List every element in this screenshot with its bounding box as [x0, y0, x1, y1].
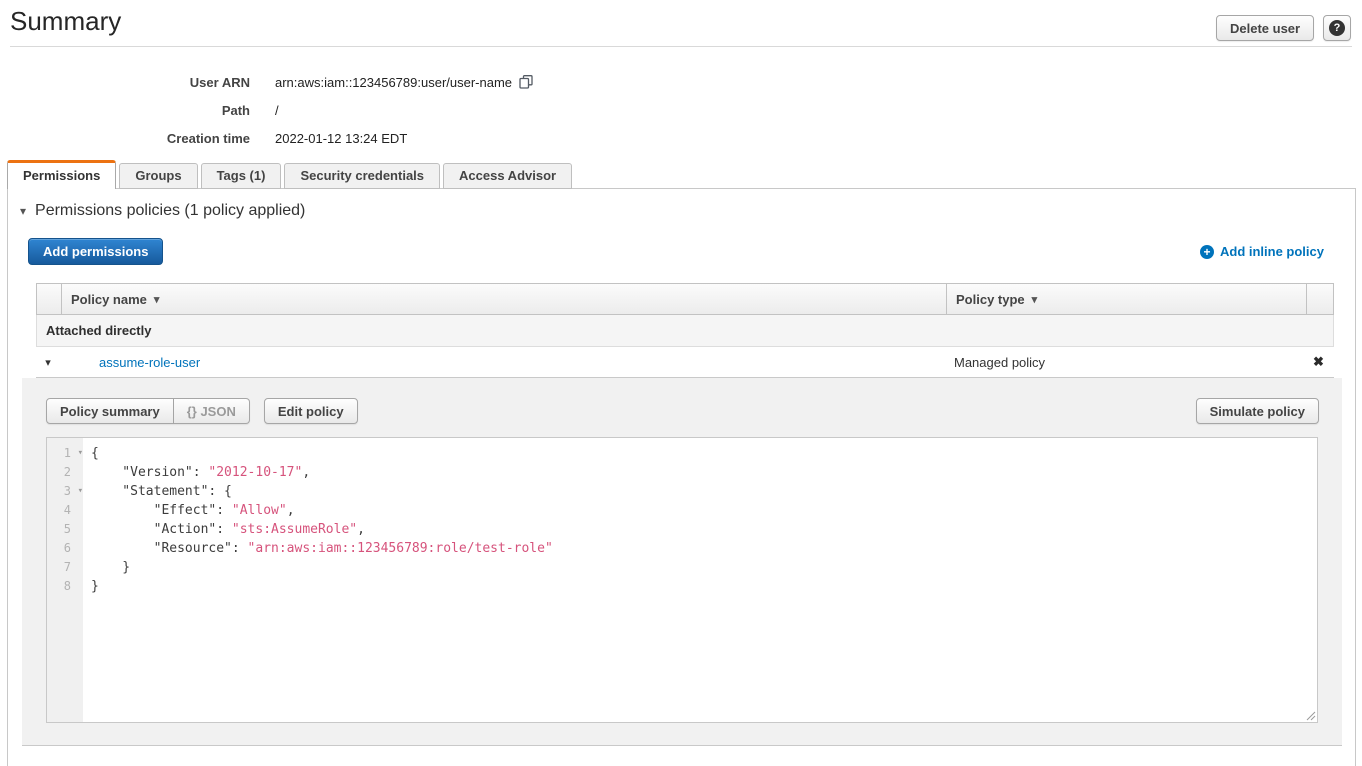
tab-tags[interactable]: Tags (1) [201, 163, 282, 189]
sort-caret-icon: ▾ [154, 293, 160, 306]
section-collapse-caret-icon: ▾ [20, 204, 26, 218]
detach-policy-icon[interactable]: ✖ [1305, 354, 1332, 370]
copy-arn-icon[interactable] [519, 75, 533, 89]
json-view-button[interactable]: {} JSON [174, 398, 250, 424]
policy-table-row: ▾ assume-role-user Managed policy ✖ [36, 347, 1334, 378]
gutter-line-number: 6 [47, 539, 83, 558]
code-line: "Version": "2012-10-17", [91, 463, 1317, 482]
tab-access-advisor[interactable]: Access Advisor [443, 163, 572, 189]
edit-policy-button[interactable]: Edit policy [264, 398, 358, 424]
help-button[interactable]: ? [1323, 15, 1351, 41]
gutter-line-number: 8 [47, 577, 83, 596]
code-line: "Resource": "arn:aws:iam::123456789:role… [91, 539, 1317, 558]
expand-column-header [37, 284, 61, 314]
gutter-line-number: 1▾ [47, 444, 83, 463]
permissions-policies-section-toggle[interactable]: ▾ Permissions policies (1 policy applied… [20, 202, 305, 220]
policy-type-column-header[interactable]: Policy type ▾ [946, 284, 1306, 314]
policies-table-header: Policy name ▾ Policy type ▾ [36, 283, 1334, 315]
field-row-path: Path / [0, 96, 533, 124]
code-line: } [91, 558, 1317, 577]
code-line: { [91, 444, 1317, 463]
gutter-line-number: 3▾ [47, 482, 83, 501]
attached-directly-group-row: Attached directly [36, 315, 1334, 347]
actions-column-header [1306, 284, 1333, 314]
page-title: Summary [10, 6, 121, 37]
gutter-line-number: 2 [47, 463, 83, 482]
gutter-line-number: 7 [47, 558, 83, 577]
plus-circle-icon: + [1200, 245, 1214, 259]
tab-permissions[interactable]: Permissions [7, 160, 116, 189]
path-label: Path [0, 103, 250, 118]
policy-name-column-header[interactable]: Policy name ▾ [61, 284, 946, 314]
editor-resize-handle[interactable] [1303, 708, 1316, 721]
code-line: "Action": "sts:AssumeRole", [91, 520, 1317, 539]
simulate-policy-button[interactable]: Simulate policy [1196, 398, 1319, 424]
path-value: / [275, 103, 279, 118]
user-arn-label: User ARN [0, 75, 250, 90]
policy-summary-button[interactable]: Policy summary [46, 398, 174, 424]
delete-user-button[interactable]: Delete user [1216, 15, 1314, 41]
editor-code[interactable]: { "Version": "2012-10-17", "Statement": … [83, 438, 1317, 722]
gutter-line-number: 4 [47, 501, 83, 520]
tab-security-credentials[interactable]: Security credentials [284, 163, 440, 189]
user-summary-fields: User ARN arn:aws:iam::123456789:user/use… [0, 68, 533, 152]
field-row-creation-time: Creation time 2022-01-12 13:24 EDT [0, 124, 533, 152]
field-row-user-arn: User ARN arn:aws:iam::123456789:user/use… [0, 68, 533, 96]
policy-name-link[interactable]: assume-role-user [60, 355, 945, 370]
creation-time-value: 2022-01-12 13:24 EDT [275, 131, 407, 146]
row-expand-caret-icon[interactable]: ▾ [36, 356, 60, 369]
gutter-line-number: 5 [47, 520, 83, 539]
code-line: "Effect": "Allow", [91, 501, 1317, 520]
iam-user-summary-page: Summary Delete user ? User ARN arn:aws:i… [0, 0, 1362, 766]
add-inline-policy-label: Add inline policy [1220, 244, 1324, 259]
user-arn-value: arn:aws:iam::123456789:user/user-name [275, 75, 512, 90]
policy-detail-expanded-area: Policy summary {} JSON Edit policy Simul… [22, 378, 1342, 746]
sort-caret-icon: ▾ [1032, 293, 1038, 306]
policy-json-editor: 1▾23▾45678 { "Version": "2012-10-17", "S… [46, 437, 1318, 723]
policy-view-switcher: Policy summary {} JSON Edit policy [46, 398, 358, 424]
header-divider [10, 46, 1352, 47]
permissions-policies-heading: Permissions policies (1 policy applied) [35, 202, 305, 220]
creation-time-label: Creation time [0, 131, 250, 146]
help-icon: ? [1329, 20, 1345, 36]
policy-type-value: Managed policy [945, 355, 1305, 370]
code-line: "Statement": { [91, 482, 1317, 501]
tab-groups[interactable]: Groups [119, 163, 197, 189]
editor-gutter: 1▾23▾45678 [47, 438, 83, 722]
tab-bar: Permissions Groups Tags (1) Security cre… [7, 160, 572, 189]
add-permissions-button[interactable]: Add permissions [28, 238, 163, 265]
code-line: } [91, 577, 1317, 596]
policies-table: Policy name ▾ Policy type ▾ Attached dir… [36, 283, 1334, 378]
add-inline-policy-link[interactable]: + Add inline policy [1200, 244, 1324, 259]
